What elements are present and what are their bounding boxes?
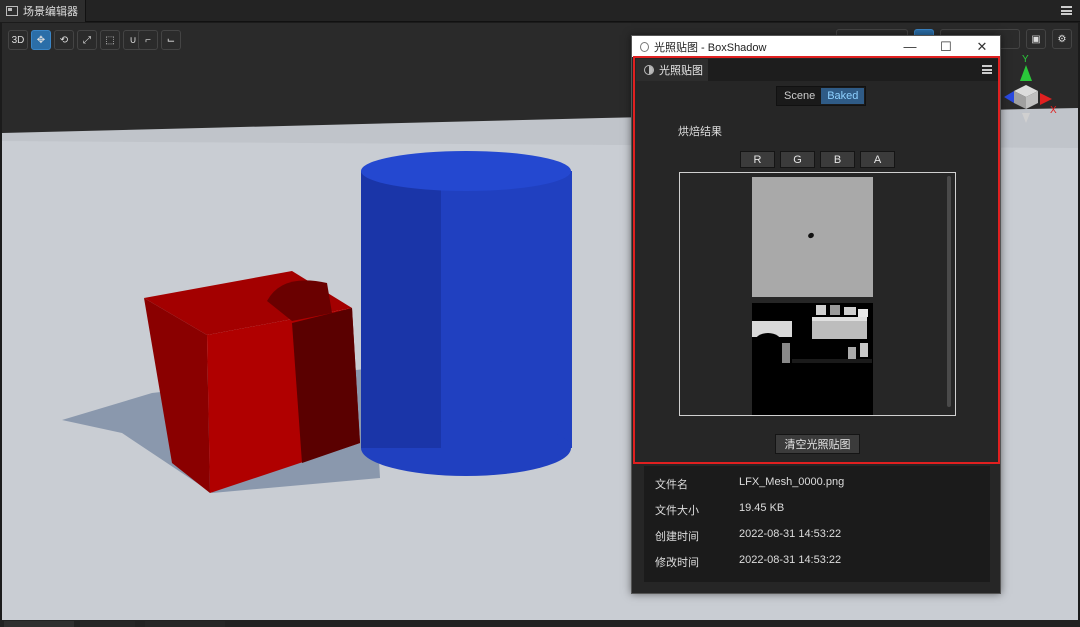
window-titlebar[interactable]: 光照贴图 - BoxShadow — ☐ ✕: [632, 36, 1000, 57]
transform-toolbar: 3D ✥ ⟲ ⤢ ⬚ ∪: [8, 30, 143, 50]
channel-r-button[interactable]: R: [740, 151, 775, 168]
lightmap-window: 光照贴图 - BoxShadow — ☐ ✕ 光照贴图 Scene Baked …: [631, 35, 1001, 594]
lightmap-preview[interactable]: [679, 172, 956, 416]
panel-menu-icon[interactable]: [982, 65, 992, 74]
file-size-label: 文件大小: [655, 505, 699, 517]
bottom-tab-2[interactable]: [80, 621, 135, 627]
rect-tool-button[interactable]: ⬚: [100, 30, 120, 50]
file-name-value: LFX_Mesh_0000.png: [739, 476, 845, 488]
scale-tool-button[interactable]: ⤢: [77, 30, 97, 50]
gear-icon[interactable]: ⚙: [1052, 29, 1072, 49]
tab-scene-editor[interactable]: 场景编辑器: [0, 0, 86, 22]
channel-buttons: R G B A: [740, 151, 895, 168]
gizmo-y-label: Y: [1022, 54, 1029, 65]
scene-icon: [6, 6, 18, 16]
bake-result-label: 烘焙结果: [678, 126, 722, 138]
move-tool-button[interactable]: ✥: [31, 30, 51, 50]
maximize-button[interactable]: ☐: [928, 36, 964, 57]
panel-tab-bar: 光照贴图: [636, 59, 998, 81]
lightmap-texture-detail: [752, 303, 873, 415]
blue-cylinder-top: [361, 151, 571, 191]
local-space-button[interactable]: ⌙: [161, 30, 181, 50]
bottom-tab-bar: [0, 620, 1080, 627]
rotate-tool-button[interactable]: ⟲: [54, 30, 74, 50]
bottom-tab-1[interactable]: [4, 621, 74, 627]
preview-scrollbar[interactable]: [947, 176, 951, 407]
pivot-button[interactable]: ⌐: [138, 30, 158, 50]
file-info-panel: 文件名 LFX_Mesh_0000.png 文件大小 19.45 KB 创建时间…: [644, 466, 990, 582]
gizmo-x-label: X: [1050, 105, 1057, 116]
file-name-label: 文件名: [655, 479, 688, 491]
app: 场景编辑器 3D ✥ ⟲ ⤢ ⬚ ∪ ⌐ ⌙ ▣ ⚙ Y X 光照贴图 - Bo…: [0, 0, 1080, 627]
camera-icon[interactable]: ▣: [1026, 29, 1046, 49]
window-title: 光照贴图 - BoxShadow: [654, 41, 767, 54]
mode-3d-button[interactable]: 3D: [8, 30, 28, 50]
orientation-gizmo[interactable]: Y X: [1000, 53, 1060, 128]
created-time-value: 2022-08-31 14:53:22: [739, 528, 842, 540]
tab-lightmap[interactable]: 光照贴图: [636, 59, 708, 81]
minimize-button[interactable]: —: [892, 36, 928, 57]
panel-tab-label: 光照贴图: [659, 65, 703, 77]
file-size-value: 19.45 KB: [739, 502, 785, 514]
view-mode-toggle: Scene Baked: [776, 86, 867, 106]
created-time-label: 创建时间: [655, 531, 699, 543]
channel-b-button[interactable]: B: [820, 151, 855, 168]
pivot-toolbar: ⌐ ⌙: [138, 30, 181, 50]
channel-g-button[interactable]: G: [780, 151, 815, 168]
lightmap-texture: [752, 177, 873, 297]
scene-mode-button[interactable]: Scene: [778, 88, 821, 104]
menu-icon[interactable]: [1061, 6, 1072, 15]
close-button[interactable]: ✕: [964, 36, 1000, 57]
tab-label: 场景编辑器: [23, 6, 78, 18]
baked-mode-button[interactable]: Baked: [821, 88, 865, 104]
bottom-tab-3[interactable]: [145, 621, 225, 627]
top-tab-bar: 场景编辑器: [0, 0, 1080, 22]
app-icon: [640, 41, 649, 52]
clear-lightmap-button[interactable]: 清空光照贴图: [775, 434, 860, 454]
lightmap-icon: [644, 65, 654, 75]
modified-time-label: 修改时间: [655, 557, 699, 569]
channel-a-button[interactable]: A: [860, 151, 895, 168]
modified-time-value: 2022-08-31 14:53:22: [739, 554, 842, 566]
